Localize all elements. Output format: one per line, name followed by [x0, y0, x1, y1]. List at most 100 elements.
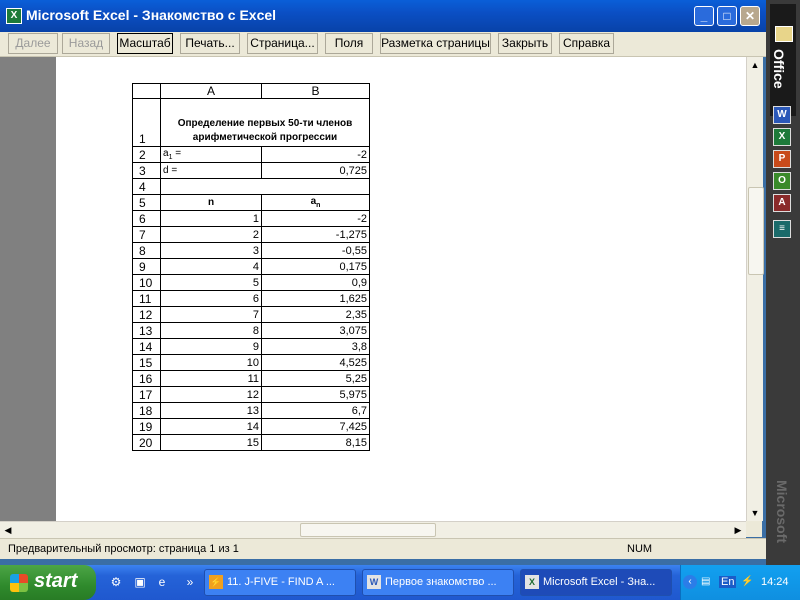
cell-an: 0,175 — [261, 258, 370, 275]
row-header: 7 — [132, 226, 161, 243]
cell-n: 8 — [160, 322, 262, 339]
row-header: 13 — [132, 322, 161, 339]
column-header-a: A — [160, 83, 262, 99]
title-bar: X Microsoft Excel - Знакомство с Excel _… — [0, 0, 766, 32]
status-bar: Предварительный просмотр: страница 1 из … — [0, 538, 766, 559]
bookshelf-icon[interactable]: ≡ — [773, 220, 791, 238]
scroll-down-arrow-icon[interactable]: ▼ — [747, 505, 763, 521]
table-row: 16 11 5,25 — [132, 370, 370, 387]
table-row: 20 15 8,15 — [132, 434, 370, 451]
start-label: start — [34, 570, 78, 592]
next-page-button[interactable]: Далее — [8, 33, 58, 54]
num-lock-indicator: NUM — [627, 543, 653, 555]
cell-n: 4 — [160, 258, 262, 275]
quicklaunch-settings-icon[interactable]: ⚙ — [108, 574, 124, 590]
minimize-button[interactable]: _ — [694, 6, 714, 26]
cell-n: 1 — [160, 210, 262, 227]
print-button[interactable]: Печать... — [180, 33, 240, 54]
cell-an: 3,075 — [261, 322, 370, 339]
row-header: 3 — [132, 162, 161, 179]
outlook-icon[interactable]: O — [773, 172, 791, 190]
network-icon[interactable]: ▤ — [701, 576, 710, 587]
page-setup-button[interactable]: Страница... — [247, 33, 318, 54]
start-button[interactable]: start — [0, 565, 96, 600]
folder-icon[interactable] — [775, 26, 793, 42]
maximize-button[interactable]: □ — [717, 6, 737, 26]
vertical-scrollbar[interactable]: ▲ ▼ — [746, 57, 764, 521]
scroll-right-arrow-icon[interactable]: ▶ — [730, 522, 746, 538]
cell-n: 10 — [160, 354, 262, 371]
horizontal-scroll-thumb[interactable] — [300, 523, 436, 537]
cell-n: 9 — [160, 338, 262, 355]
row-header: 5 — [132, 194, 161, 211]
excel-icon[interactable]: X — [773, 128, 791, 146]
help-button[interactable]: Справка — [559, 33, 614, 54]
zoom-button[interactable]: Масштаб — [117, 33, 173, 54]
table-row: 19 14 7,425 — [132, 418, 370, 435]
status-text: Предварительный просмотр: страница 1 из … — [8, 543, 239, 555]
quicklaunch-ie-icon[interactable]: e — [154, 574, 170, 590]
office-bar-header[interactable]: Office — [770, 4, 796, 116]
tray-expand-icon[interactable]: ‹ — [683, 575, 697, 589]
row-header: 15 — [132, 354, 161, 371]
row-header: 8 — [132, 242, 161, 259]
taskbar-item-word[interactable]: W Первое знакомство ... — [362, 569, 514, 596]
table-row: 14 9 3,8 — [132, 338, 370, 355]
excel-icon[interactable]: X — [6, 8, 22, 24]
cell-an: -0,55 — [261, 242, 370, 259]
close-button[interactable]: ✕ — [740, 6, 760, 26]
language-indicator[interactable]: En — [719, 576, 737, 588]
word-icon[interactable]: W — [773, 106, 791, 124]
cell-n: 7 — [160, 306, 262, 323]
tray-app-icon[interactable]: ⚡ — [741, 576, 753, 587]
cell-an: 1,625 — [261, 290, 370, 307]
margins-button[interactable]: Поля — [325, 33, 373, 54]
row-header: 1 — [132, 98, 161, 147]
word-icon: W — [367, 575, 381, 589]
quicklaunch-save-icon[interactable]: ▣ — [132, 574, 148, 590]
cell-n: 14 — [160, 418, 262, 435]
cell-an: 2,35 — [261, 306, 370, 323]
cell-n: 15 — [160, 434, 262, 451]
row-header: 2 — [132, 146, 161, 163]
data-rows: 6 1 -2 7 2 -1,275 8 3 -0,55 9 4 0,175 10 5 0,9 11 6 1,625… — [132, 210, 370, 451]
table-row: 13 8 3,075 — [132, 322, 370, 339]
table-row: 12 7 2,35 — [132, 306, 370, 323]
corner-cell — [132, 83, 161, 99]
cell-n: 2 — [160, 226, 262, 243]
cell-an: 7,425 — [261, 418, 370, 435]
row-header: 17 — [132, 386, 161, 403]
table-row: 18 13 6,7 — [132, 402, 370, 419]
cell-n: 6 — [160, 290, 262, 307]
print-preview-toolbar: Далее Назад Масштаб Печать... Страница..… — [0, 32, 766, 57]
scroll-left-arrow-icon[interactable]: ◀ — [0, 522, 16, 538]
previous-page-button[interactable]: Назад — [62, 33, 110, 54]
quicklaunch-expand-icon[interactable]: » — [182, 574, 198, 590]
page-break-preview-button[interactable]: Разметка страницы — [380, 33, 491, 54]
taskbar-item-winamp[interactable]: ⚡ 11. J-FIVE - FIND A ... — [204, 569, 356, 596]
row-header: 4 — [132, 178, 161, 195]
table-row: 9 4 0,175 — [132, 258, 370, 275]
vertical-scroll-thumb[interactable] — [748, 187, 764, 275]
horizontal-scrollbar[interactable]: ◀ ▶ — [0, 521, 746, 538]
param-value-a1: -2 — [261, 146, 370, 163]
access-icon[interactable]: A — [773, 194, 791, 212]
scroll-up-arrow-icon[interactable]: ▲ — [747, 57, 763, 73]
column-header-b: B — [261, 83, 370, 99]
taskbar-item-excel[interactable]: X Microsoft Excel - Зна... — [520, 569, 672, 596]
close-preview-button[interactable]: Закрыть — [498, 33, 552, 54]
sheet-title: Определение первых 50-ти членов арифмети… — [160, 98, 370, 147]
cell-an: 4,525 — [261, 354, 370, 371]
table-row: 6 1 -2 — [132, 210, 370, 227]
taskbar-item-label: 11. J-FIVE - FIND A ... — [227, 576, 335, 588]
cell-n: 12 — [160, 386, 262, 403]
empty-cell — [160, 178, 370, 195]
row-header: 18 — [132, 402, 161, 419]
powerpoint-icon[interactable]: P — [773, 150, 791, 168]
row-header: 10 — [132, 274, 161, 291]
cell-an: 5,25 — [261, 370, 370, 387]
system-tray: ‹ ▤ En ⚡ 14:24 — [680, 565, 800, 600]
taskbar-item-label: Microsoft Excel - Зна... — [543, 576, 656, 588]
cell-an: 5,975 — [261, 386, 370, 403]
office-label: Office — [771, 49, 787, 89]
